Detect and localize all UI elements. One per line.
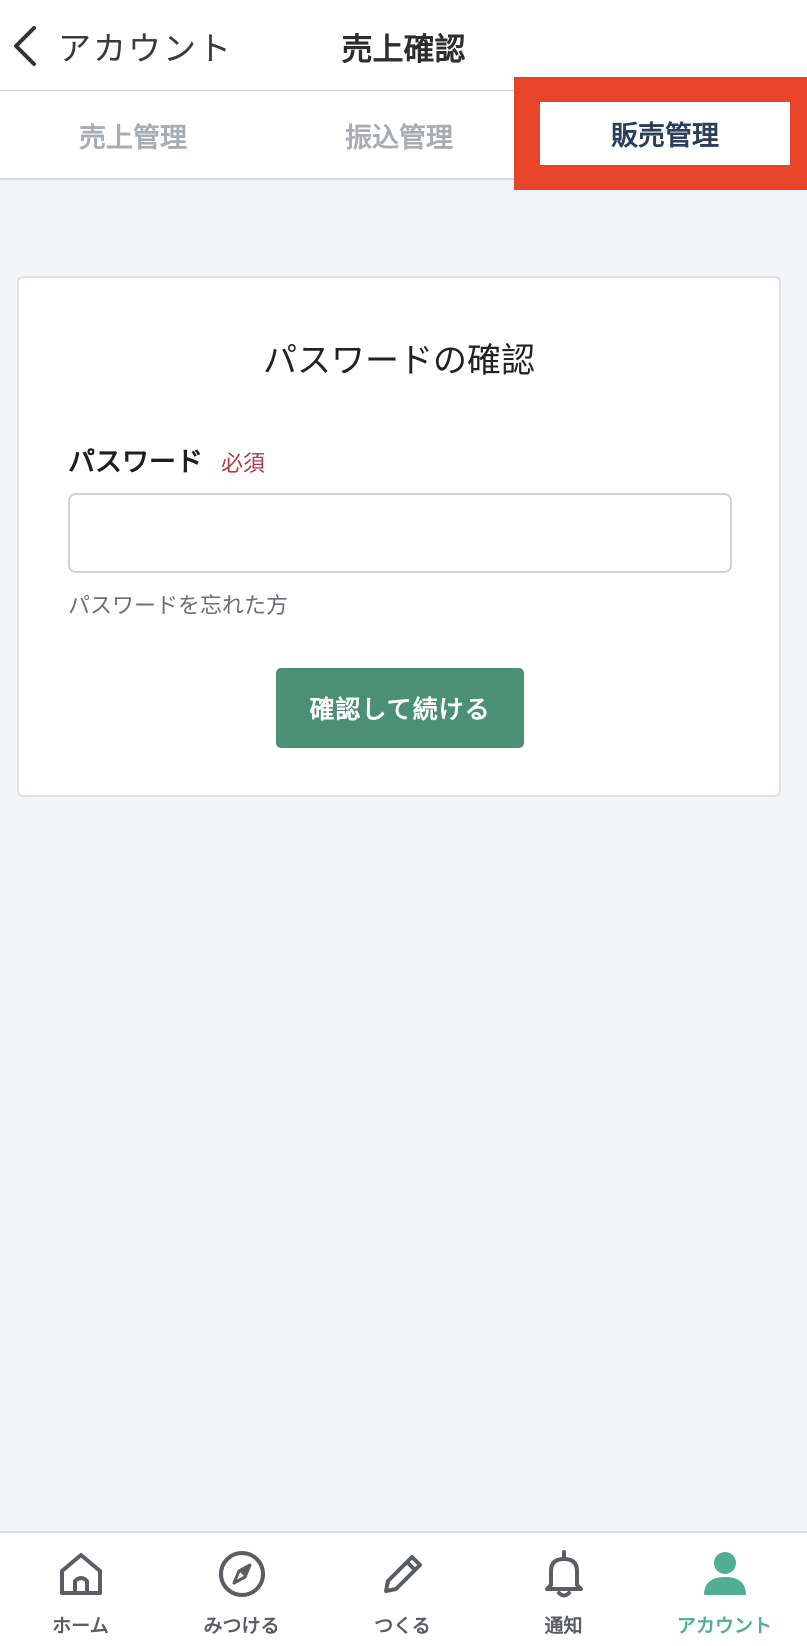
page-title: 売上確認: [341, 32, 466, 68]
home-icon: [59, 1553, 102, 1595]
nav-create[interactable]: つくる: [322, 1533, 483, 1646]
required-badge: 必須: [221, 452, 266, 477]
nav-notifications[interactable]: 通知: [483, 1533, 644, 1646]
compass-icon: [218, 1551, 265, 1597]
bell-icon: [544, 1550, 583, 1598]
nav-account[interactable]: アカウント: [644, 1533, 805, 1646]
nav-home[interactable]: ホーム: [0, 1533, 161, 1646]
password-field-label: パスワード 必須: [68, 440, 265, 479]
nav-account-label: アカウント: [676, 1615, 772, 1637]
confirm-continue-button[interactable]: 確認して続ける: [276, 668, 524, 748]
bottom-nav: ホーム みつける つくる 通知 アカウント: [0, 1531, 807, 1646]
nav-discover-label: みつける: [203, 1615, 280, 1637]
nav-create-label: つくる: [374, 1615, 431, 1637]
card-title: パスワードの確認: [263, 341, 535, 381]
pencil-icon: [383, 1555, 422, 1593]
password-label: パスワード: [68, 447, 203, 478]
nav-notifications-label: 通知: [544, 1615, 583, 1637]
nav-discover[interactable]: みつける: [161, 1533, 322, 1646]
password-confirm-card: パスワードの確認 パスワード 必須 パスワードを忘れた方 確認して続ける: [17, 276, 781, 797]
tab-sales-management[interactable]: 売上管理: [0, 91, 266, 179]
nav-home-label: ホーム: [52, 1615, 109, 1637]
tab-sales-control[interactable]: 販売管理: [540, 102, 790, 165]
tab-transfer-management[interactable]: 振込管理: [266, 91, 532, 179]
forgot-password-link[interactable]: パスワードを忘れた方: [68, 588, 288, 620]
user-icon: [703, 1552, 746, 1595]
password-input[interactable]: [68, 493, 732, 573]
